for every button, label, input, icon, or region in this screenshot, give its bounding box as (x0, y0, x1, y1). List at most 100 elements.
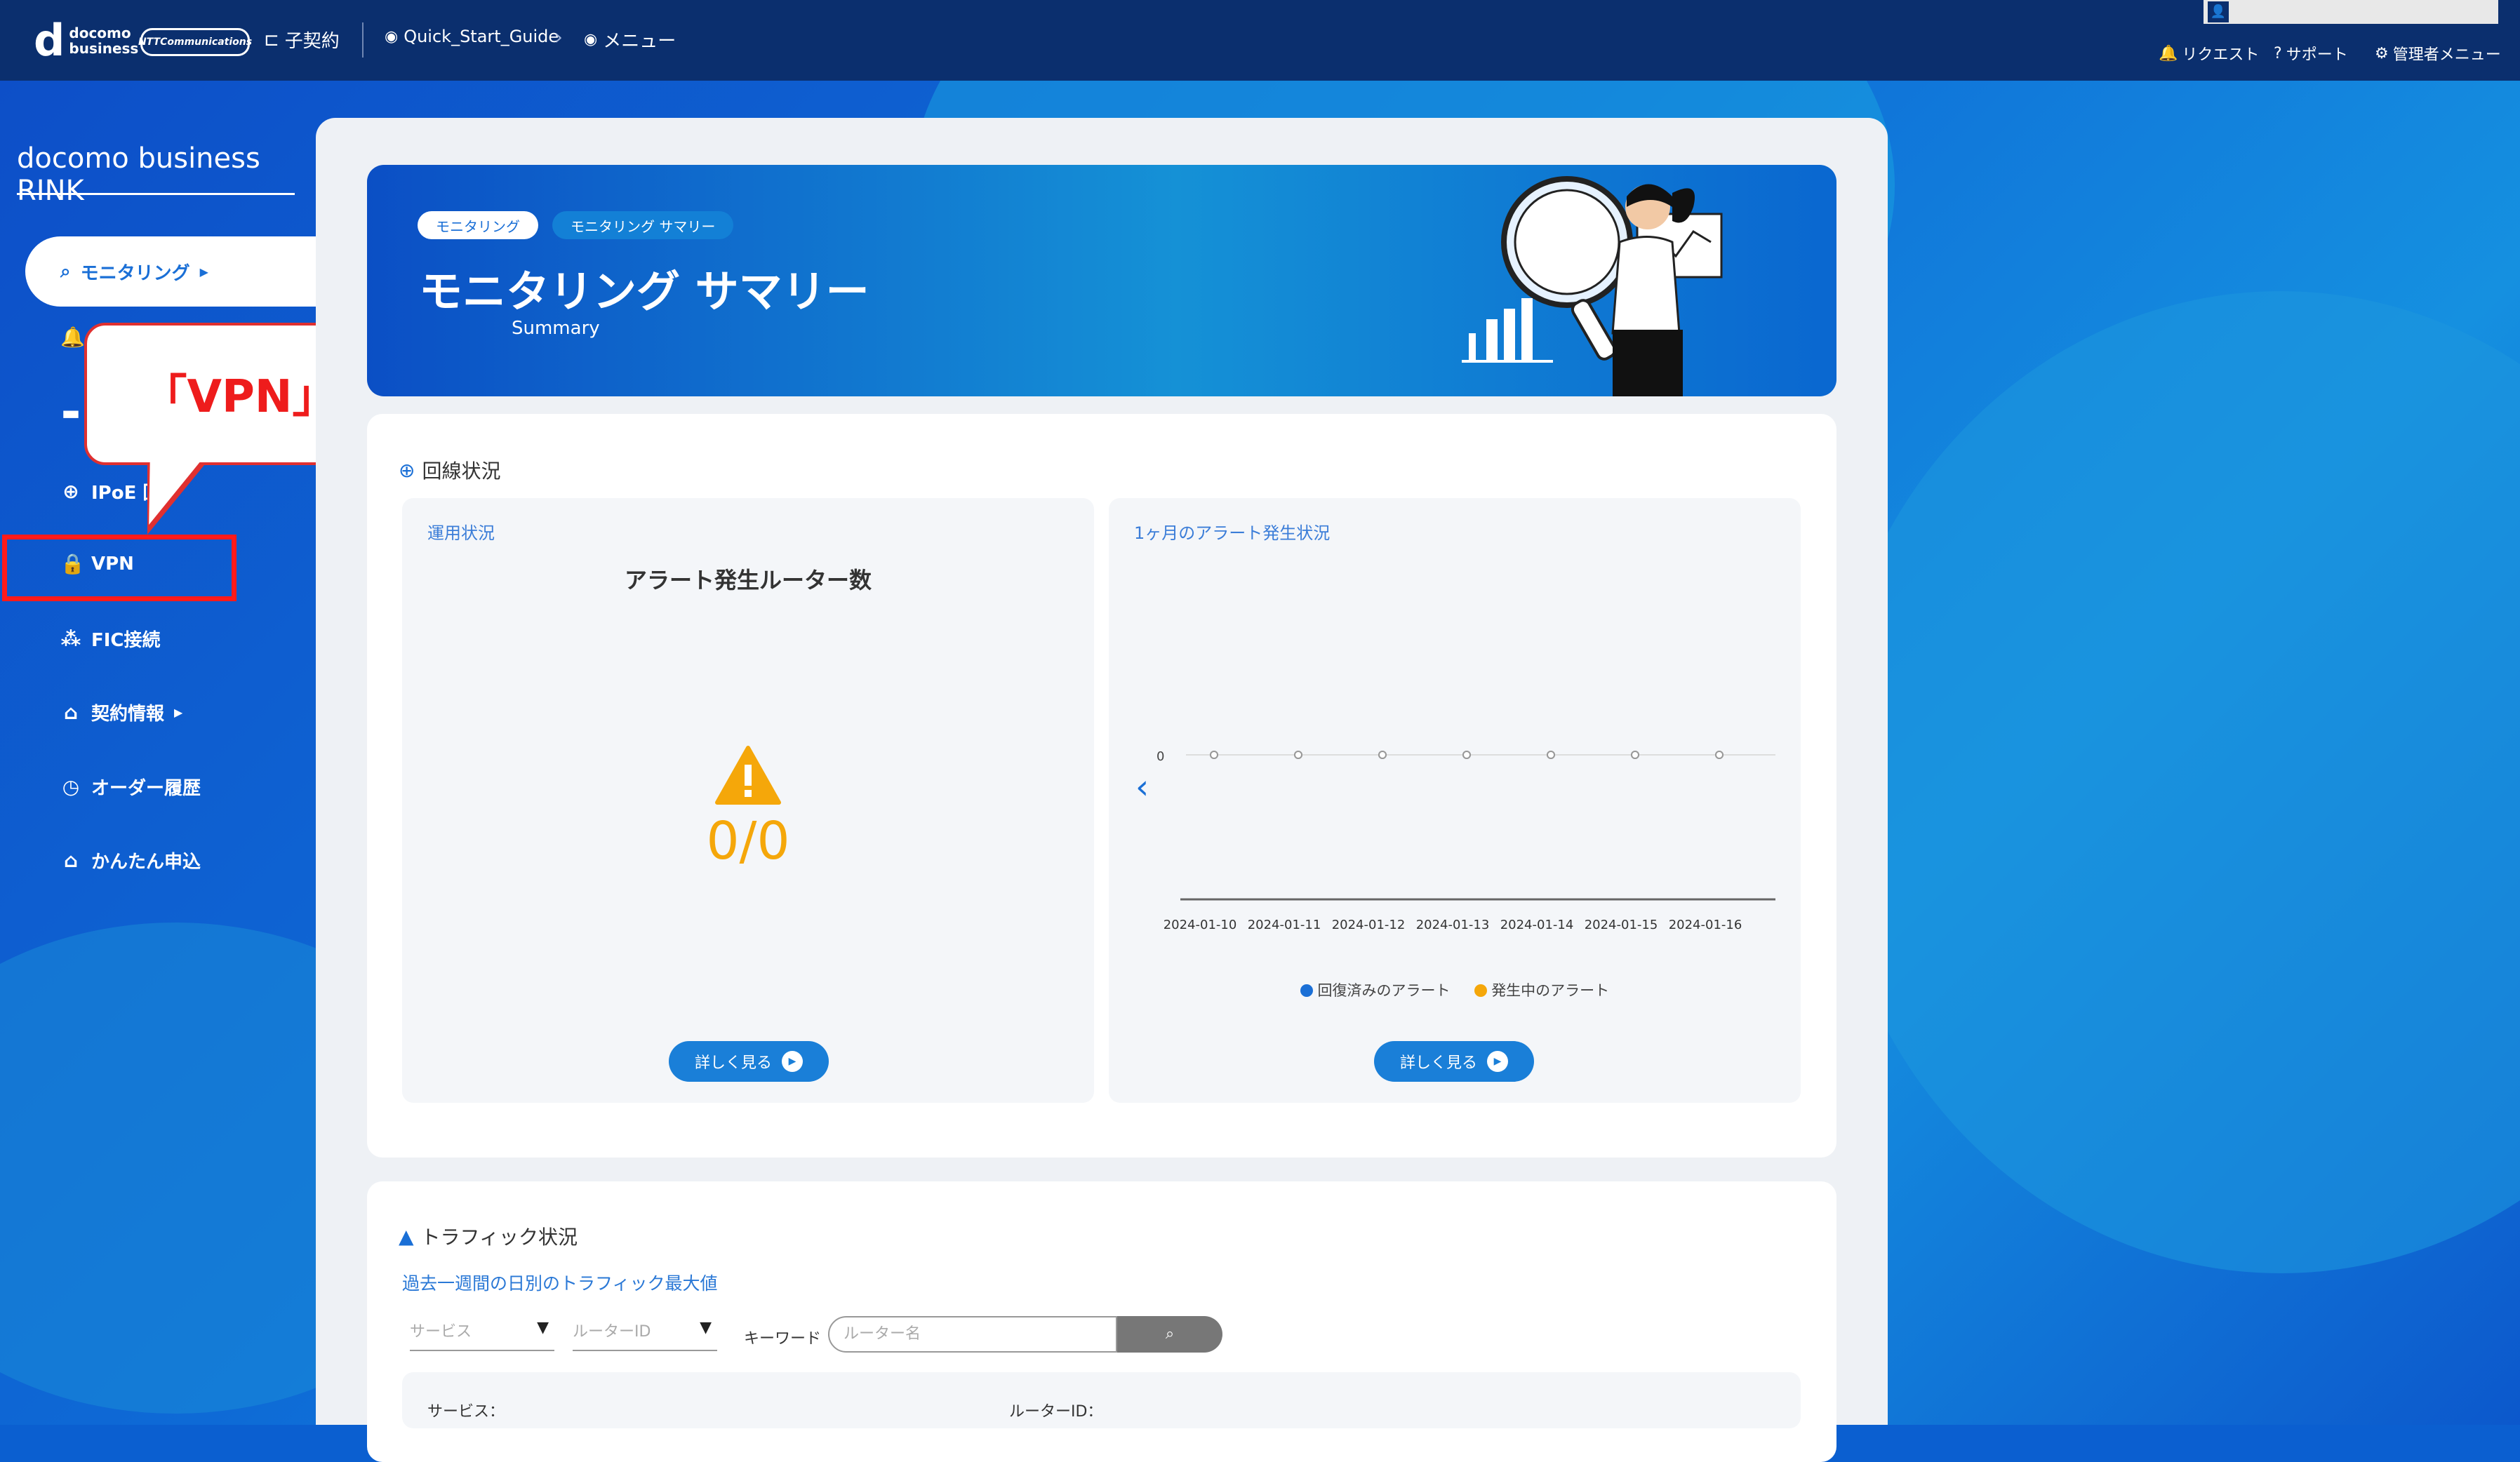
page-subtitle: Summary (512, 318, 600, 339)
logo-line1: docomo (69, 25, 131, 41)
sidebar-item-monitoring-label[interactable]: ⌕ モニタリング ▶ (60, 259, 208, 285)
chevron-down-icon: ▼ (537, 1319, 549, 1336)
sidebar-item-easy-apply[interactable]: ⌂ かんたん申込 (60, 847, 201, 873)
request-link[interactable]: 🔔 リクエスト (2159, 42, 2259, 65)
network-icon: ⁂ (60, 627, 81, 650)
admin-menu-link[interactable]: ⚙ 管理者メニュー (2375, 42, 2501, 65)
sidebar-item-order-history[interactable]: ◷ オーダー履歴 (60, 774, 201, 800)
bell-icon: 🔔 (60, 326, 85, 349)
data-point (1715, 751, 1724, 759)
search-icon: ⌕ (60, 261, 71, 282)
traffic-cone-icon: ▲ (399, 1224, 414, 1248)
operation-status-label: 運用状況 (427, 523, 495, 543)
x-tick-label: 2024-01-16 (1669, 918, 1742, 932)
breadcrumb-guide[interactable]: ◉ Quick_Start_Guide (385, 27, 559, 46)
monthly-alert-label: 1ヶ月のアラート発生状況 (1134, 523, 1331, 543)
check-circle-icon: ◉ (584, 31, 598, 48)
breadcrumb-monitoring[interactable]: モニタリング (418, 211, 538, 239)
router-icon: ▬ (61, 401, 81, 424)
legend-item: 発生中のアラート (1474, 979, 1610, 1000)
x-tick-label: 2024-01-10 (1164, 918, 1237, 932)
logo-mark: d (34, 15, 65, 66)
alert-line-chart: 0 2024-01-10 2024-01-11 2024-01-12 2024-01-1… (1156, 749, 1775, 932)
bg-shape (1825, 291, 2520, 1273)
details-button[interactable]: 詳しく見る ▶ (1374, 1041, 1534, 1082)
x-tick-label: 2024-01-12 (1332, 918, 1406, 932)
section-title-text: 回線状況 (422, 460, 501, 483)
hero-illustration (1462, 176, 1723, 396)
button-label: 詳しく見る (694, 1054, 772, 1072)
data-point (1294, 751, 1302, 759)
row-router-label: ルーターID： (1009, 1403, 1103, 1421)
button-label: 詳しく見る (1399, 1054, 1477, 1072)
bell-icon: 🔔 (2159, 44, 2178, 62)
brand-underline (17, 193, 295, 195)
data-point (1462, 751, 1471, 759)
monthly-alert-panel: 1ヶ月のアラート発生状況 ‹ 0 2024-01-10 2024-01-11 2024… (1109, 498, 1801, 1103)
request-label: リクエスト (2182, 46, 2260, 64)
sidebar-label: 契約情報 (91, 704, 165, 725)
chevron-right-icon: › (554, 25, 563, 50)
router-id-select[interactable]: ルーターID ▼ (573, 1319, 717, 1351)
chevron-down-icon: ▼ (700, 1319, 712, 1336)
contract-selector[interactable]: ⊏ 子契約 (264, 27, 340, 53)
chart-prev-button[interactable]: ‹ (1135, 767, 1149, 807)
operation-status-panel: 運用状況 アラート発生ルーター数 0/0 詳しく見る ▶ (402, 498, 1094, 1103)
hero-banner: モニタリング モニタリング サマリー モニタリング サマリー Summary (367, 165, 1836, 396)
home-icon: ⌂ (63, 701, 79, 724)
search-button[interactable]: ⌕ (1117, 1316, 1222, 1353)
menu-label: メニュー (603, 31, 676, 52)
select-placeholder: ルーターID (573, 1323, 651, 1341)
alert-count: 0/0 (706, 811, 790, 871)
globe-icon: ⊕ (399, 458, 415, 482)
y-tick-label: 0 (1156, 749, 1164, 764)
line-status-title: ⊕ 回線状況 (399, 456, 500, 484)
breadcrumb-menu[interactable]: ◉ メニュー (584, 27, 676, 53)
data-point (1547, 751, 1555, 759)
service-select[interactable]: サービス ▼ (410, 1319, 554, 1351)
play-icon: ▶ (782, 1051, 803, 1072)
section-title-text: トラフィック状況 (420, 1226, 578, 1249)
legend-dot-orange (1474, 984, 1487, 997)
details-button[interactable]: 詳しく見る ▶ (669, 1041, 829, 1082)
user-account-box[interactable]: 👤 (2204, 0, 2498, 24)
logo-text: docomo business (69, 25, 138, 56)
support-link[interactable]: ? サポート (2274, 42, 2348, 65)
traffic-title: ▲ トラフィック状況 (399, 1222, 578, 1250)
docomo-business-logo[interactable]: d docomo business (34, 15, 138, 66)
logo-line2: business (69, 40, 139, 57)
sidebar-item-contract[interactable]: ⌂ 契約情報 ▶ (60, 699, 182, 725)
legend-dot-blue (1300, 984, 1313, 997)
page-title: モニタリング サマリー (419, 266, 869, 317)
traffic-subtitle: 過去一週間の日別のトラフィック最大値 (402, 1273, 718, 1294)
sidebar-label: オーダー履歴 (91, 778, 201, 799)
sidebar: docomo business RINK ⌕ モニタリング ▶ 🔔 ▬ ⊕ IP… (0, 81, 320, 1425)
globe-icon: ⊕ (62, 480, 79, 503)
caret-right-icon: ▶ (174, 706, 183, 719)
sidebar-item-alert[interactable]: 🔔 (60, 326, 85, 349)
top-bar: d docomo business NTTCommunications ⊏ 子契… (0, 0, 2520, 81)
ntt-logo: NTTCommunications (138, 28, 252, 56)
guide-label: Quick_Start_Guide (404, 27, 559, 46)
keyword-label: キーワード (744, 1330, 822, 1348)
hierarchy-icon: ⊏ (264, 29, 279, 51)
data-point (1631, 751, 1639, 759)
legend-item: 回復済みのアラート (1300, 979, 1451, 1000)
warning-icon (715, 746, 781, 805)
vpn-highlight-box (2, 535, 236, 601)
support-label: サポート (2286, 46, 2348, 64)
clock-icon: ◷ (62, 775, 80, 798)
x-tick-label: 2024-01-11 (1248, 918, 1321, 932)
sidebar-item-fic[interactable]: ⁂ FIC接続 (60, 626, 161, 652)
sidebar-label: かんたん申込 (91, 852, 201, 873)
legend-label: 発生中のアラート (1491, 982, 1610, 999)
sidebar-item-hidden[interactable]: ▬ (60, 401, 81, 424)
search-icon: ⌕ (1165, 1325, 1175, 1343)
x-tick-label: 2024-01-13 (1416, 918, 1490, 932)
gear-icon: ⚙ (2375, 44, 2389, 62)
contract-label: 子契約 (284, 31, 340, 52)
help-icon: ? (2274, 44, 2282, 62)
keyword-input[interactable]: ルーター名 (828, 1316, 1117, 1353)
sidebar-label: FIC接続 (91, 630, 161, 651)
row-service-label: サービス： (427, 1403, 505, 1421)
